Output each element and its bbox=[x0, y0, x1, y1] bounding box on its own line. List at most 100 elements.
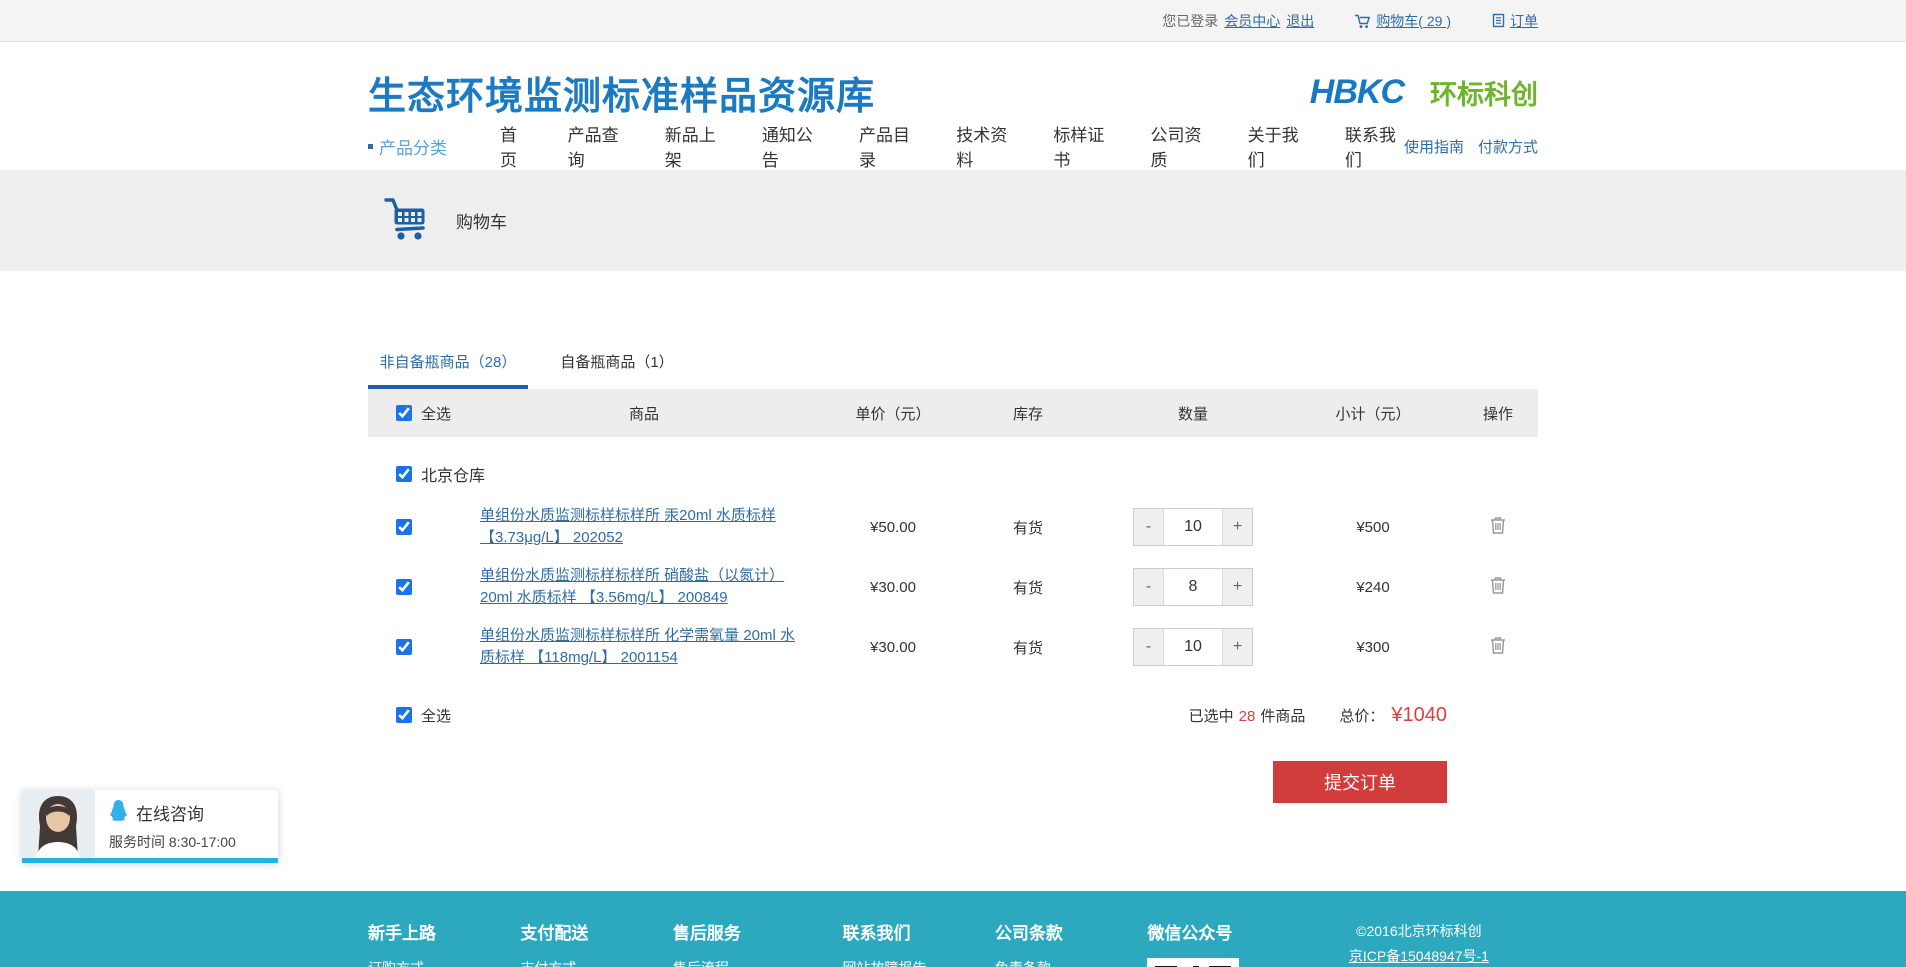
quantity-value[interactable]: 10 bbox=[1164, 629, 1222, 665]
nav-item-certificates[interactable]: 标样证书 bbox=[1053, 121, 1112, 171]
footer-link[interactable]: 支付方式 bbox=[520, 958, 672, 967]
select-all-label-bottom: 全选 bbox=[421, 705, 451, 726]
product-link[interactable]: 单组份水质监测标样标样所 化学需氧量 20ml 水质标样 【118mg/L】 2… bbox=[480, 625, 808, 669]
cart-item-row: 单组份水质监测标样标样所 化学需氧量 20ml 水质标样 【118mg/L】 2… bbox=[368, 617, 1538, 677]
quantity-value[interactable]: 10 bbox=[1164, 509, 1222, 545]
logout-link[interactable]: 退出 bbox=[1286, 11, 1314, 31]
unit-price: ¥30.00 bbox=[828, 579, 958, 596]
footer-link[interactable]: 订购方式 bbox=[368, 958, 520, 967]
page-header-band: 购物车 bbox=[0, 170, 1906, 271]
submit-order-button[interactable]: 提交订单 bbox=[1273, 761, 1447, 803]
site-header: 生态环境监测标准样品资源库 HBKC 环标科创 产品分类 首页 产品查询 新品上… bbox=[0, 42, 1906, 168]
cart-main: 非自备瓶商品（28） 自备瓶商品（1） 全选 商品 单价（元） 库存 数量 小计… bbox=[0, 271, 1906, 891]
footer-link[interactable]: 网站故障报告 bbox=[842, 958, 994, 967]
product-link[interactable]: 单组份水质监测标样标样所 硝酸盐（以氮计） 20ml 水质标样 【3.56mg/… bbox=[480, 565, 808, 609]
warehouse-checkbox[interactable] bbox=[396, 466, 412, 482]
cart-tabs: 非自备瓶商品（28） 自备瓶商品（1） bbox=[368, 351, 1538, 389]
topbar: 您已登录 会员中心 退出 购物车( 29 ) 订单 bbox=[0, 0, 1906, 42]
footer-col-title: 支付配送 bbox=[520, 919, 672, 944]
quantity-decrease-button[interactable]: - bbox=[1134, 629, 1164, 665]
nav-item-notices[interactable]: 通知公告 bbox=[762, 121, 821, 171]
nav-category-button[interactable]: 产品分类 bbox=[368, 134, 500, 159]
footer-col-title: 联系我们 bbox=[842, 919, 994, 944]
selected-count: 28 bbox=[1239, 708, 1256, 725]
unit-price: ¥50.00 bbox=[828, 519, 958, 536]
login-status-text: 您已登录 bbox=[1162, 11, 1218, 31]
selected-prefix: 已选中 bbox=[1189, 705, 1234, 726]
select-all-checkbox-bottom[interactable] bbox=[396, 707, 412, 723]
quantity-increase-button[interactable]: + bbox=[1222, 509, 1252, 545]
warehouse-row: 北京仓库 bbox=[368, 451, 1538, 497]
wechat-title: 微信公众号 bbox=[1147, 919, 1299, 944]
cart-link[interactable]: 购物车( 29 ) bbox=[1376, 11, 1451, 31]
footer: 新手上路 订购方式 购物流程 支付配送 支付方式 配送方式 售后服务 售后流程 … bbox=[0, 891, 1906, 967]
big-cart-icon bbox=[382, 195, 430, 246]
cart-item-row: 单组份水质监测标样标样所 硝酸盐（以氮计） 20ml 水质标样 【3.56mg/… bbox=[368, 557, 1538, 617]
orders-link[interactable]: 订单 bbox=[1510, 11, 1538, 31]
item-checkbox[interactable] bbox=[396, 579, 412, 595]
col-header-stock: 库存 bbox=[958, 403, 1098, 424]
nav-item-new-arrivals[interactable]: 新品上架 bbox=[665, 121, 724, 171]
online-chat-widget[interactable]: 在线咨询 服务时间 8:30-17:00 bbox=[22, 790, 278, 863]
col-header-subtotal: 小计（元） bbox=[1288, 403, 1458, 424]
footer-link[interactable]: 免责条款 bbox=[995, 958, 1147, 967]
select-all-label: 全选 bbox=[421, 403, 451, 424]
quantity-decrease-button[interactable]: - bbox=[1134, 569, 1164, 605]
col-header-unit-price: 单价（元） bbox=[828, 403, 958, 424]
delete-item-icon[interactable] bbox=[1489, 575, 1507, 595]
quantity-decrease-button[interactable]: - bbox=[1134, 509, 1164, 545]
item-checkbox[interactable] bbox=[396, 639, 412, 655]
quantity-increase-button[interactable]: + bbox=[1222, 569, 1252, 605]
subtotal: ¥240 bbox=[1288, 579, 1458, 596]
stock-status: 有货 bbox=[958, 637, 1098, 658]
nav-item-contact[interactable]: 联系我们 bbox=[1345, 121, 1404, 171]
col-header-product: 商品 bbox=[468, 403, 828, 424]
nav-item-tech-docs[interactable]: 技术资料 bbox=[956, 121, 1015, 171]
nav-item-product-search[interactable]: 产品查询 bbox=[568, 121, 627, 171]
unit-price: ¥30.00 bbox=[828, 639, 958, 656]
member-center-link[interactable]: 会员中心 bbox=[1224, 11, 1280, 31]
nav-item-qualifications[interactable]: 公司资质 bbox=[1151, 121, 1210, 171]
cart-icon bbox=[1354, 13, 1372, 29]
select-all-checkbox-top[interactable] bbox=[396, 405, 412, 421]
user-guide-link[interactable]: 使用指南 bbox=[1404, 136, 1464, 157]
nav-item-about[interactable]: 关于我们 bbox=[1248, 121, 1307, 171]
bullet-icon bbox=[368, 144, 373, 149]
quantity-stepper: - 10 + bbox=[1133, 508, 1253, 546]
quantity-increase-button[interactable]: + bbox=[1222, 629, 1252, 665]
stock-status: 有货 bbox=[958, 517, 1098, 538]
main-nav: 产品分类 首页 产品查询 新品上架 通知公告 产品目录 技术资料 标样证书 公司… bbox=[368, 124, 1538, 168]
cart-table-header: 全选 商品 单价（元） 库存 数量 小计（元） 操作 bbox=[368, 389, 1538, 437]
page-title: 购物车 bbox=[456, 208, 507, 233]
subtotal: ¥500 bbox=[1288, 519, 1458, 536]
col-header-quantity: 数量 bbox=[1098, 403, 1288, 424]
payment-method-link[interactable]: 付款方式 bbox=[1478, 136, 1538, 157]
site-title: 生态环境监测标准样品资源库 bbox=[368, 65, 875, 120]
tab-self-bottle[interactable]: 自备瓶商品（1） bbox=[552, 351, 682, 389]
copyright-line: ©2016北京环标科创 bbox=[1300, 919, 1538, 944]
chat-title: 在线咨询 bbox=[136, 800, 204, 825]
nav-item-catalog[interactable]: 产品目录 bbox=[859, 121, 918, 171]
tab-non-self-bottle[interactable]: 非自备瓶商品（28） bbox=[368, 351, 528, 389]
stock-status: 有货 bbox=[958, 577, 1098, 598]
nav-category-label: 产品分类 bbox=[379, 134, 447, 159]
qq-icon bbox=[109, 799, 128, 826]
delete-item-icon[interactable] bbox=[1489, 635, 1507, 655]
icp-license-link[interactable]: 京ICP备15048947号-1 bbox=[1300, 944, 1538, 967]
wechat-qr-code bbox=[1147, 958, 1239, 967]
product-link[interactable]: 单组份水质监测标样标样所 汞20ml 水质标样 【3.73μg/L】 20205… bbox=[480, 505, 808, 549]
footer-link[interactable]: 售后流程 bbox=[673, 958, 843, 967]
nav-item-home[interactable]: 首页 bbox=[500, 121, 530, 171]
quantity-value[interactable]: 8 bbox=[1164, 569, 1222, 605]
footer-col-title: 售后服务 bbox=[673, 919, 843, 944]
brand-name-text: 环标科创 bbox=[1430, 73, 1538, 112]
subtotal: ¥300 bbox=[1288, 639, 1458, 656]
chat-service-hours: 服务时间 8:30-17:00 bbox=[109, 832, 236, 852]
footer-col-title: 公司条款 bbox=[995, 919, 1147, 944]
selected-suffix: 件商品 bbox=[1260, 705, 1305, 726]
cart-summary-row: 全选 已选中 28 件商品 总价： ¥1040 bbox=[368, 695, 1538, 735]
total-label: 总价： bbox=[1339, 705, 1384, 726]
total-value: ¥1040 bbox=[1391, 704, 1447, 727]
delete-item-icon[interactable] bbox=[1489, 515, 1507, 535]
item-checkbox[interactable] bbox=[396, 519, 412, 535]
